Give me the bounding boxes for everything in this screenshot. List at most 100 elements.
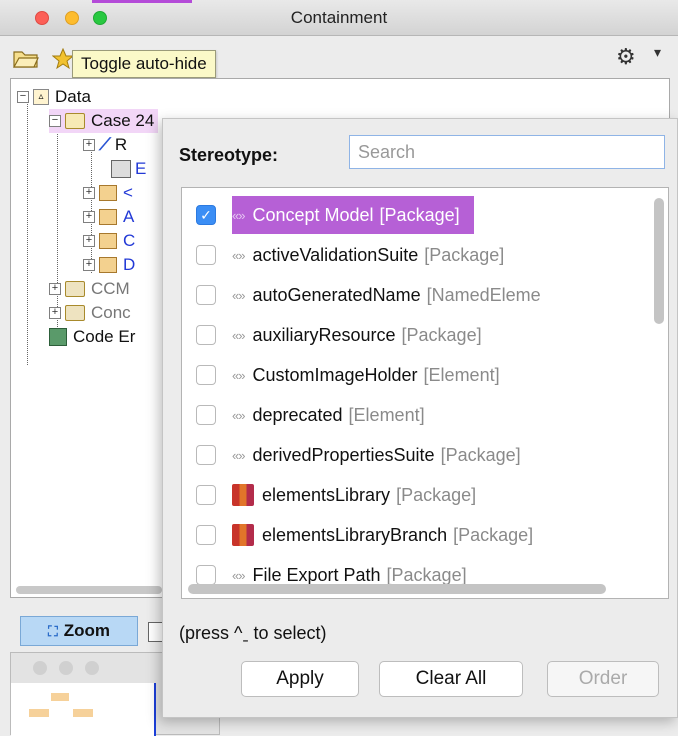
- checkbox[interactable]: [196, 485, 216, 505]
- item-type: [Package]: [386, 564, 467, 585]
- item-body: «» activeValidationSuite [Package]: [232, 236, 504, 274]
- zoom-icon: ⛶: [47, 622, 58, 639]
- mini-node: [29, 709, 49, 717]
- expand-icon[interactable]: +: [83, 235, 95, 247]
- stereotype-icon: «»: [232, 287, 246, 303]
- mini-node: [51, 693, 69, 701]
- vertical-scrollbar[interactable]: [654, 198, 664, 324]
- search-input[interactable]: [349, 135, 665, 169]
- expand-icon[interactable]: +: [83, 259, 95, 271]
- mini-dot-icon: [33, 661, 47, 675]
- tree-label: Code Er: [73, 327, 136, 346]
- tree-item[interactable]: + D: [83, 253, 135, 277]
- stereotype-icon: «»: [232, 327, 246, 343]
- checkbox[interactable]: [196, 565, 216, 585]
- tree-item[interactable]: + C: [83, 229, 135, 253]
- tree-label: D: [123, 255, 136, 274]
- checkbox[interactable]: [196, 245, 216, 265]
- expand-icon[interactable]: +: [83, 139, 95, 151]
- item-name: elementsLibrary: [262, 484, 391, 505]
- stereotype-list-item[interactable]: «» autoGeneratedName [NamedEleme: [182, 276, 652, 314]
- collapse-icon[interactable]: −: [49, 115, 61, 127]
- item-name: auxiliaryResource: [252, 324, 396, 345]
- item-type: [Package]: [440, 444, 521, 465]
- star-icon[interactable]: [52, 48, 74, 70]
- item-type: [NamedEleme: [426, 284, 541, 305]
- package-icon: [99, 257, 117, 273]
- stereotype-icon: «»: [232, 567, 246, 583]
- item-name: activeValidationSuite: [252, 244, 419, 265]
- tree-item[interactable]: + ⟋ R: [83, 133, 127, 157]
- open-folder-icon[interactable]: [12, 46, 40, 70]
- tree-item-code[interactable]: Code Er: [49, 325, 135, 349]
- folder-icon: [65, 305, 85, 321]
- stereotype-list-item[interactable]: «» activeValidationSuite [Package]: [182, 236, 652, 274]
- apply-button[interactable]: Apply: [241, 661, 359, 697]
- stereotype-list-item[interactable]: «» derivedPropertiesSuite [Package]: [182, 436, 652, 474]
- item-body: «» autoGeneratedName [NamedEleme: [232, 276, 541, 314]
- package-icon: [99, 209, 117, 225]
- checkbox[interactable]: [196, 405, 216, 425]
- mini-dot-icon: [59, 661, 73, 675]
- zoom-label: Zoom: [63, 621, 111, 640]
- stereotype-list: ✓ «» Concept Model [Package] «» activeValidat…: [181, 187, 669, 599]
- item-body: «» auxiliaryResource [Package]: [232, 316, 482, 354]
- mini-diagram[interactable]: [11, 683, 156, 736]
- checkbox[interactable]: ✓: [196, 205, 216, 225]
- tree-horizontal-scrollbar[interactable]: [16, 586, 162, 594]
- item-body: «» derivedPropertiesSuite [Package]: [232, 436, 521, 474]
- item-type: [Element]: [423, 364, 500, 385]
- tree-item-conc[interactable]: + Conc: [49, 301, 131, 325]
- tree-label: R: [114, 135, 128, 154]
- tree-item-case[interactable]: − Case 24: [49, 109, 159, 133]
- library-icon: [232, 484, 254, 506]
- tree-item-ccm[interactable]: + CCM: [49, 277, 130, 301]
- zoom-button[interactable]: ⛶ Zoom: [20, 616, 138, 646]
- stereotype-list-item[interactable]: ✓ «» Concept Model [Package]: [182, 196, 652, 234]
- item-name: derivedPropertiesSuite: [252, 444, 435, 465]
- accent-line: [92, 0, 192, 3]
- clear-all-button[interactable]: Clear All: [379, 661, 523, 697]
- item-type: [Package]: [453, 524, 534, 545]
- stereotype-list-item[interactable]: elementsLibrary [Package]: [182, 476, 652, 514]
- item-name: Concept Model: [252, 204, 374, 225]
- tree-label: Conc: [91, 303, 131, 322]
- horizontal-scrollbar[interactable]: [188, 584, 606, 594]
- stereotype-list-item[interactable]: «» CustomImageHolder [Element]: [182, 356, 652, 394]
- tree-label: Case 24: [91, 111, 155, 130]
- gear-icon[interactable]: ⚙: [616, 44, 636, 70]
- expand-icon[interactable]: +: [83, 211, 95, 223]
- checkbox[interactable]: [196, 365, 216, 385]
- expand-icon[interactable]: +: [83, 187, 95, 199]
- tree-item[interactable]: + <: [83, 181, 133, 205]
- tree-item-data[interactable]: − ▵ Data: [17, 85, 91, 109]
- relation-icon: ⟋: [99, 135, 111, 154]
- expand-icon[interactable]: +: [49, 307, 61, 319]
- checkbox[interactable]: [196, 325, 216, 345]
- tooltip: Toggle auto-hide: [72, 50, 216, 78]
- tree-label: A: [123, 207, 135, 226]
- stereotype-icon: «»: [232, 207, 246, 223]
- tree-label: C: [123, 231, 136, 250]
- expand-icon[interactable]: +: [49, 283, 61, 295]
- checkbox[interactable]: [196, 525, 216, 545]
- code-engineering-icon: [49, 328, 67, 346]
- item-body: elementsLibraryBranch [Package]: [232, 516, 533, 554]
- chevron-down-icon[interactable]: ▾: [654, 44, 661, 61]
- tree-item[interactable]: + A: [83, 205, 134, 229]
- stereotype-popup: Stereotype: ✓«»Concept Model[Package]«»a…: [162, 118, 678, 718]
- stereotype-list-item[interactable]: «» auxiliaryResource [Package]: [182, 316, 652, 354]
- item-body: «» Concept Model [Package]: [232, 196, 474, 234]
- checkbox[interactable]: [196, 445, 216, 465]
- item-type: [Package]: [379, 204, 460, 225]
- package-icon: [99, 233, 117, 249]
- checkbox[interactable]: [196, 285, 216, 305]
- item-type: [Package]: [424, 244, 505, 265]
- stereotype-list-item[interactable]: elementsLibraryBranch [Package]: [182, 516, 652, 554]
- model-icon: ▵: [33, 89, 49, 105]
- item-name: elementsLibraryBranch: [262, 524, 448, 545]
- collapse-icon[interactable]: −: [17, 91, 29, 103]
- tree-item[interactable]: E: [111, 157, 146, 181]
- order-button[interactable]: Order: [547, 661, 659, 697]
- stereotype-list-item[interactable]: «» deprecated [Element]: [182, 396, 652, 434]
